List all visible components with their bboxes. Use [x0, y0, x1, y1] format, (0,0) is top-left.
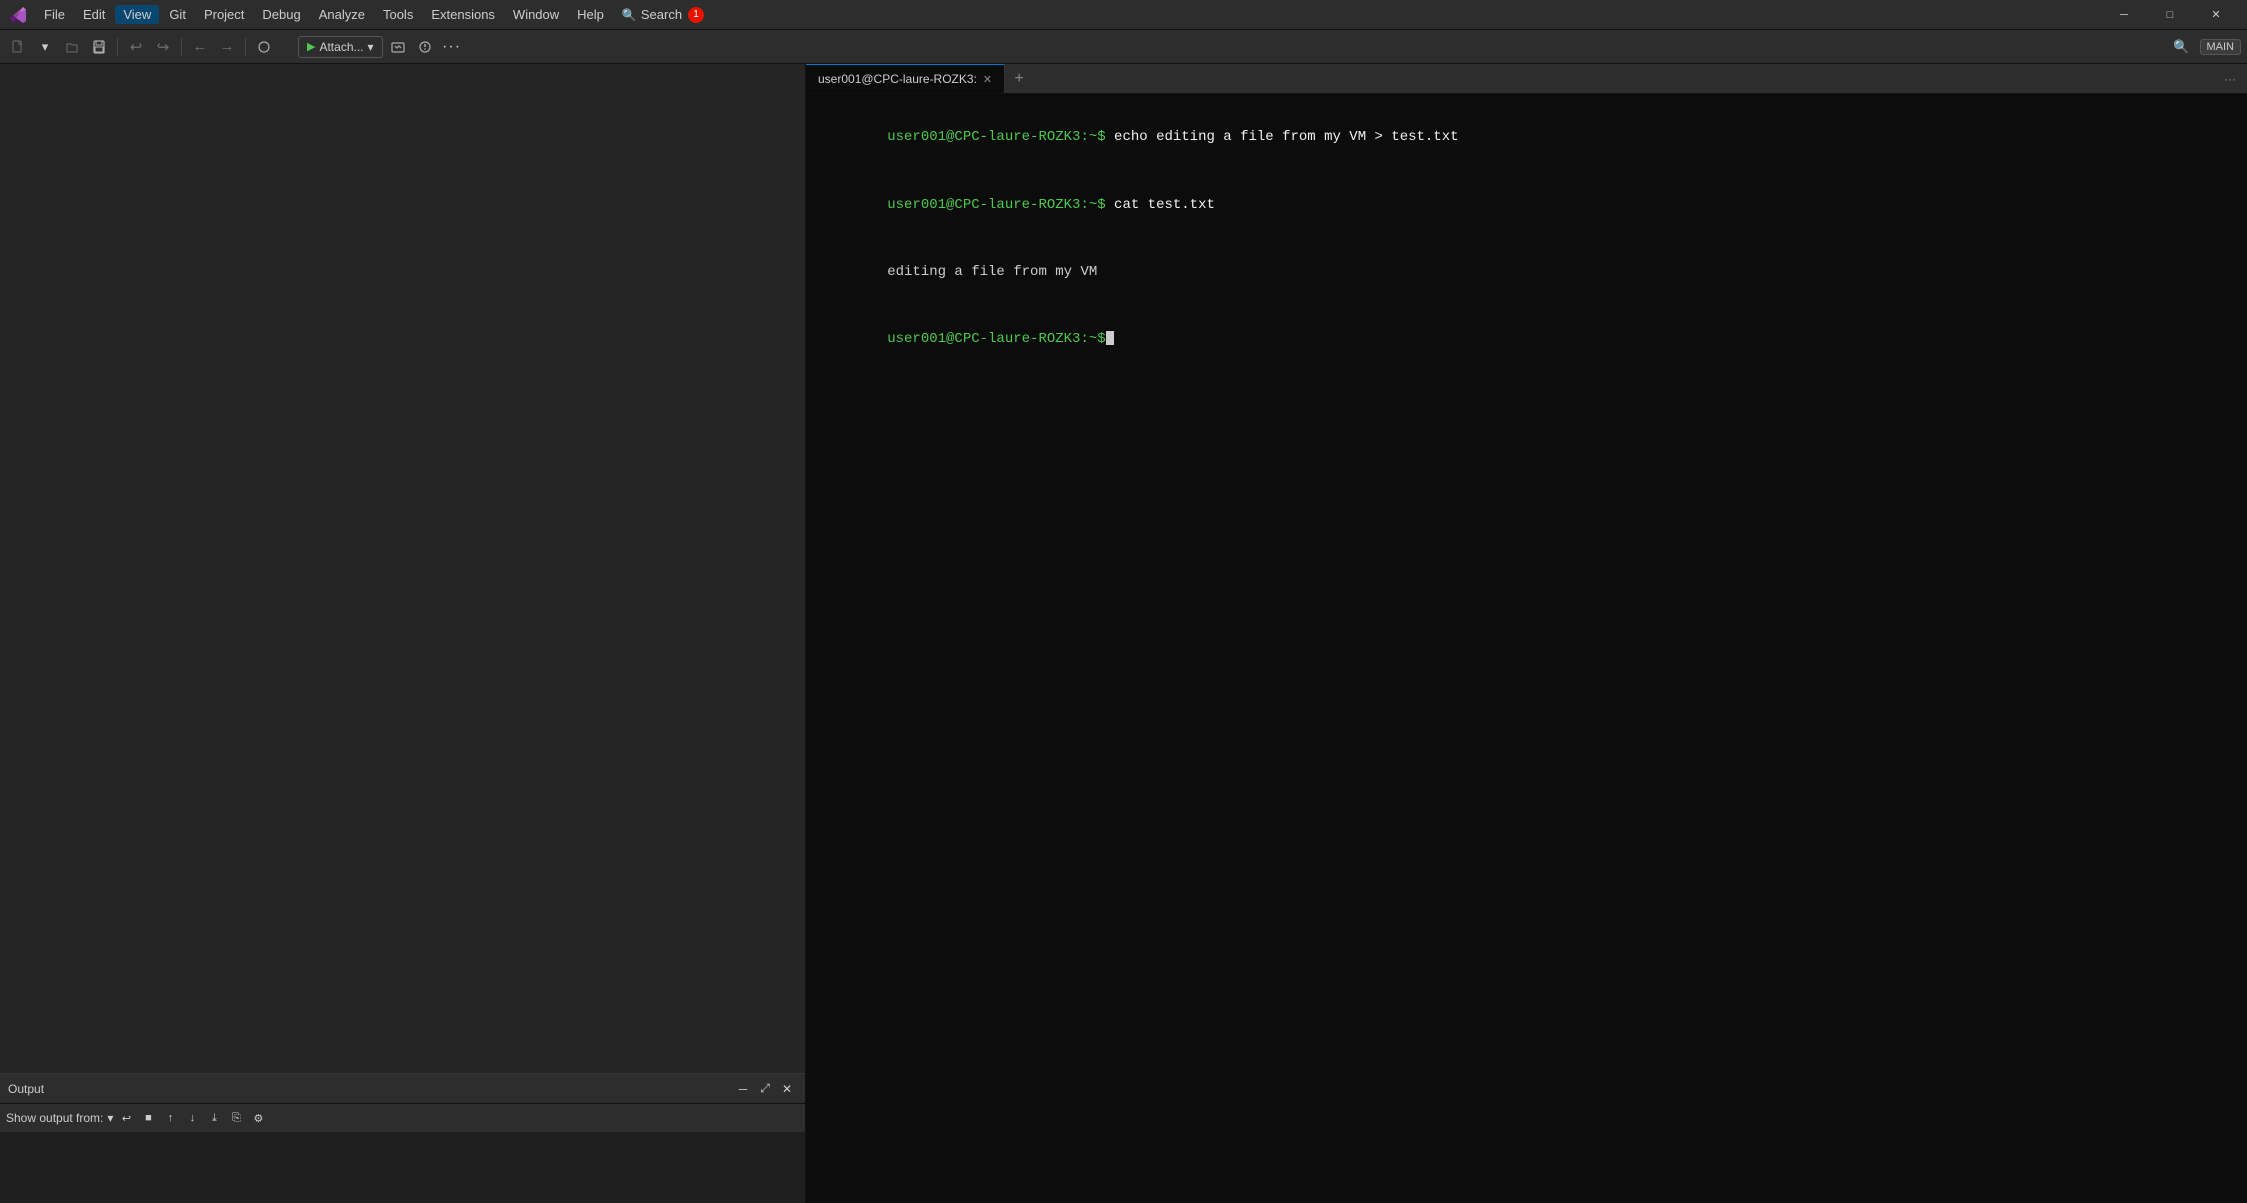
notification-badge[interactable]: 1 [688, 7, 704, 23]
term-prompt-2: user001@CPC-laure-ROZK3:~$ [887, 197, 1105, 213]
search-label: Search [641, 7, 682, 22]
terminal-content[interactable]: user001@CPC-laure-ROZK3:~$ echo editing … [806, 94, 2247, 1203]
toolbar-perf-btn[interactable] [386, 35, 410, 59]
toolbar-more-btn[interactable]: ··· [440, 35, 464, 59]
toolbar-open-btn[interactable] [60, 35, 84, 59]
output-scroll-down-btn[interactable]: ↓ [183, 1109, 201, 1127]
toolbar-save-btn[interactable] [87, 35, 111, 59]
output-clear-btn[interactable]: ↩ [117, 1109, 135, 1127]
terminal-pane: user001@CPC-laure-ROZK3: ✕ + ··· user001… [806, 64, 2247, 1203]
menu-file[interactable]: File [36, 5, 73, 24]
toolbar-dropdown-btn[interactable]: ▾ [33, 35, 57, 59]
toolbar-sep-1 [117, 38, 118, 56]
output-scroll-up-btn[interactable]: ↑ [161, 1109, 179, 1127]
output-copy-btn[interactable]: ⎘ [227, 1109, 245, 1127]
terminal-line-1: user001@CPC-laure-ROZK3:~$ echo editing … [820, 104, 2233, 171]
menu-help[interactable]: Help [569, 5, 612, 24]
terminal-more-btn[interactable]: ··· [2217, 66, 2243, 92]
run-dropdown-icon: ▾ [368, 40, 374, 54]
main-layout: Output ─ ⤢ ✕ Show output from: ▾ ↩ ■ ↑ ↓… [0, 64, 2247, 1203]
output-source-dropdown[interactable]: ▾ [107, 1111, 113, 1125]
toolbar-search-btn[interactable]: 🔍 [2170, 35, 2194, 59]
toolbar-run-button[interactable]: ▶ Attach... ▾ [298, 36, 383, 58]
app-logo [8, 5, 28, 25]
terminal-tab-bar: user001@CPC-laure-ROZK3: ✕ + ··· [806, 64, 2247, 94]
terminal-tab-close[interactable]: ✕ [983, 73, 992, 86]
toolbar-breakpoints-btn[interactable] [252, 35, 276, 59]
toolbar-sep-3 [245, 38, 246, 56]
output-stop-btn[interactable]: ■ [139, 1109, 157, 1127]
menu-project[interactable]: Project [196, 5, 252, 24]
toolbar-forward-btn[interactable]: → [215, 35, 239, 59]
search-icon: 🔍 [622, 8, 637, 22]
toolbar-right: 🔍 MAIN [2170, 35, 2242, 59]
output-close-btn[interactable]: ✕ [777, 1079, 797, 1099]
terminal-line-3: editing a file from my VM [820, 238, 2233, 305]
close-button[interactable]: ✕ [2193, 0, 2239, 30]
window-controls: ─ □ ✕ [2101, 0, 2239, 30]
terminal-tab[interactable]: user001@CPC-laure-ROZK3: ✕ [806, 64, 1005, 93]
toolbar-new-btn[interactable] [6, 35, 30, 59]
editor-pane: Output ─ ⤢ ✕ Show output from: ▾ ↩ ■ ↑ ↓… [0, 64, 806, 1203]
run-label: Attach... [319, 40, 363, 54]
output-header: Output ─ ⤢ ✕ [0, 1074, 805, 1104]
menu-debug[interactable]: Debug [254, 5, 308, 24]
menu-tools[interactable]: Tools [375, 5, 421, 24]
menu-bar: File Edit View Git Project Debug Analyze… [0, 0, 2247, 30]
show-output-from-label: Show output from: [6, 1111, 103, 1125]
toolbar-diag-btn[interactable] [413, 35, 437, 59]
editor-content[interactable] [0, 64, 805, 1073]
output-minimize-btn[interactable]: ─ [733, 1079, 753, 1099]
term-command-1: echo editing a file from my VM > test.tx… [1106, 129, 1459, 145]
toolbar-redo-btn[interactable]: ↪ [151, 35, 175, 59]
term-output-1: editing a file from my VM [887, 264, 1097, 280]
terminal-tab-controls: ··· [2217, 66, 2247, 92]
output-toolbar: Show output from: ▾ ↩ ■ ↑ ↓ ⤓ ⎘ ⚙ [0, 1104, 805, 1132]
output-source-selector[interactable]: Show output from: ▾ [6, 1111, 113, 1125]
maximize-button[interactable]: □ [2147, 0, 2193, 30]
terminal-line-2: user001@CPC-laure-ROZK3:~$ cat test.txt [820, 171, 2233, 238]
toolbar: ▾ ↩ ↪ ← → ▶ Attach... ▾ ··· 🔍 MAIN [0, 30, 2247, 64]
output-settings-btn[interactable]: ⚙ [249, 1109, 267, 1127]
menu-analyze[interactable]: Analyze [311, 5, 373, 24]
menu-window[interactable]: Window [505, 5, 567, 24]
menu-git[interactable]: Git [161, 5, 194, 24]
main-badge: MAIN [2200, 39, 2242, 55]
terminal-tab-title: user001@CPC-laure-ROZK3: [818, 72, 977, 86]
term-command-2: cat test.txt [1106, 197, 1215, 213]
menu-search[interactable]: 🔍 Search [622, 7, 682, 22]
term-prompt-3: user001@CPC-laure-ROZK3:~$ [887, 331, 1105, 347]
toolbar-back-btn[interactable]: ← [188, 35, 212, 59]
output-title: Output [8, 1082, 44, 1096]
menu-extensions[interactable]: Extensions [423, 5, 503, 24]
output-panel: Output ─ ⤢ ✕ Show output from: ▾ ↩ ■ ↑ ↓… [0, 1073, 805, 1203]
output-content[interactable] [0, 1132, 805, 1203]
output-controls: ─ ⤢ ✕ [733, 1079, 797, 1099]
output-scroll-end-btn[interactable]: ⤓ [205, 1109, 223, 1127]
minimize-button[interactable]: ─ [2101, 0, 2147, 30]
play-icon: ▶ [307, 40, 315, 53]
menu-view[interactable]: View [115, 5, 159, 24]
terminal-tab-add[interactable]: + [1005, 64, 1033, 93]
term-prompt-1: user001@CPC-laure-ROZK3:~$ [887, 129, 1105, 145]
terminal-cursor [1106, 331, 1114, 345]
toolbar-sep-2 [181, 38, 182, 56]
toolbar-undo-btn[interactable]: ↩ [124, 35, 148, 59]
menu-edit[interactable]: Edit [75, 5, 113, 24]
terminal-line-4: user001@CPC-laure-ROZK3:~$ [820, 306, 2233, 373]
output-expand-btn[interactable]: ⤢ [755, 1079, 775, 1099]
